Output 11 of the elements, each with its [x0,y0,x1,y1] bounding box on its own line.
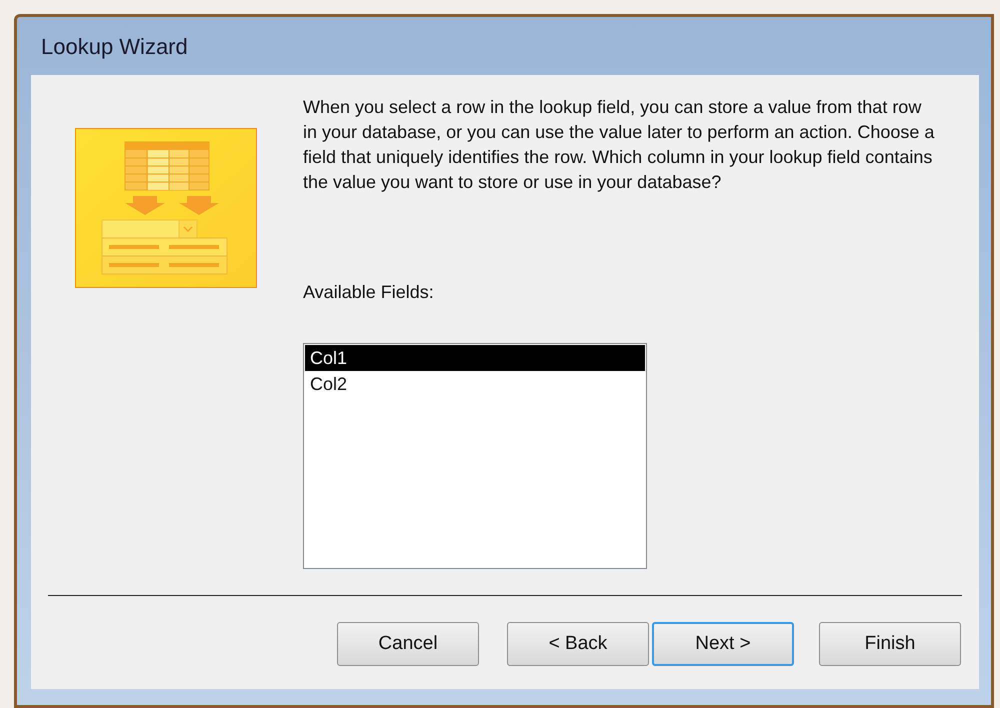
dialog-button[interactable]: Finish [819,622,961,666]
dialog-button[interactable]: Next > [652,622,794,666]
instructions-text: When you select a row in the lookup field, you can store a value from that row in your database, or you can use the value later to perform an action. Choose a field that uniquely identifies the row. Which column in your lookup field contains the value you want to store or use in your database? [303,96,936,194]
list-item[interactable]: Col1 [305,345,645,371]
window-title: Lookup Wizard [41,32,188,61]
list-item[interactable]: Col2 [305,371,645,397]
fields-label: Available Fields: [303,281,434,304]
table-to-combo-icon [75,128,257,288]
fields-list[interactable]: Col1 Col2 [303,343,647,569]
dialog-button[interactable]: Cancel [337,622,479,666]
dialog-button[interactable]: < Back [507,622,649,666]
